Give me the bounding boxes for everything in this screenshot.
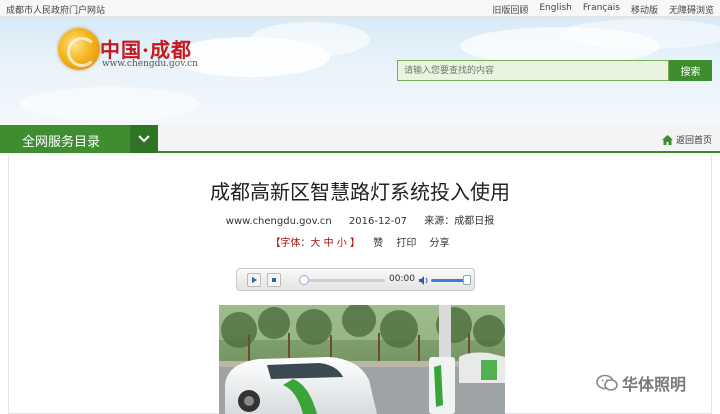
- city-emblem-icon[interactable]: [58, 28, 100, 70]
- stop-icon: [272, 278, 276, 282]
- article-tools: 【字体：大 中 小 】 赞 打印 分享: [0, 234, 720, 249]
- article-date: 2016-12-07: [348, 216, 408, 227]
- top-utility-bar: 成都市人民政府门户网站 旧版回顾 English Français 移动版 无障…: [0, 0, 720, 17]
- print-button[interactable]: 打印: [396, 238, 416, 249]
- like-button[interactable]: 赞: [373, 238, 383, 249]
- stop-button[interactable]: [267, 273, 281, 287]
- chevron-down-icon[interactable]: [130, 125, 158, 153]
- article-source-site: www.chengdu.gov.cn: [225, 216, 332, 227]
- accessibility-link[interactable]: 无障碍浏览: [669, 3, 714, 16]
- cloud-decoration: [20, 87, 200, 121]
- mobile-version-link[interactable]: 移动版: [631, 3, 658, 16]
- play-button[interactable]: [247, 273, 261, 287]
- return-home-label: 返回首页: [675, 136, 712, 146]
- cloud-decoration: [250, 22, 370, 57]
- share-button[interactable]: 分享: [430, 238, 450, 249]
- search-button[interactable]: 搜索: [669, 60, 712, 81]
- article-photo: [219, 305, 505, 414]
- article-source: 来源：成都日报: [424, 216, 495, 227]
- top-links: 旧版回顾 English Français 移动版 无障碍浏览: [492, 3, 714, 16]
- wechat-watermark: 华体照明: [596, 371, 686, 395]
- home-icon: [661, 134, 673, 145]
- watermark-text: 华体照明: [622, 375, 687, 394]
- audio-player: 00:00: [236, 268, 475, 291]
- old-version-link[interactable]: 旧版回顾: [492, 3, 528, 16]
- article-meta: www.chengdu.gov.cn 2016-12-07 来源：成都日报: [0, 212, 720, 227]
- font-size-selector[interactable]: 【字体：大 中 小 】: [270, 238, 360, 249]
- service-directory-label: 全网服务目录: [22, 135, 101, 150]
- francais-link[interactable]: Français: [583, 3, 620, 16]
- site-label: 成都市人民政府门户网站: [6, 6, 106, 16]
- service-directory-menu[interactable]: 全网服务目录: [0, 125, 158, 153]
- cloud-decoration: [560, 19, 720, 49]
- audio-time: 00:00: [389, 274, 415, 284]
- article-title: 成都高新区智慧路灯系统投入使用: [210, 180, 510, 204]
- volume-slider-handle[interactable]: [463, 275, 471, 285]
- audio-progress-track[interactable]: [303, 279, 385, 282]
- volume-icon[interactable]: [418, 275, 429, 286]
- navigation-bar: 全网服务目录 返回首页: [0, 125, 720, 153]
- play-icon: [252, 277, 257, 283]
- search-input[interactable]: [397, 60, 669, 81]
- english-link[interactable]: English: [539, 3, 572, 16]
- return-home-link[interactable]: 返回首页: [661, 133, 712, 146]
- wechat-icon: [596, 374, 618, 391]
- site-logo-url: www.chengdu.gov.cn: [102, 59, 198, 69]
- audio-progress-handle[interactable]: [299, 275, 309, 285]
